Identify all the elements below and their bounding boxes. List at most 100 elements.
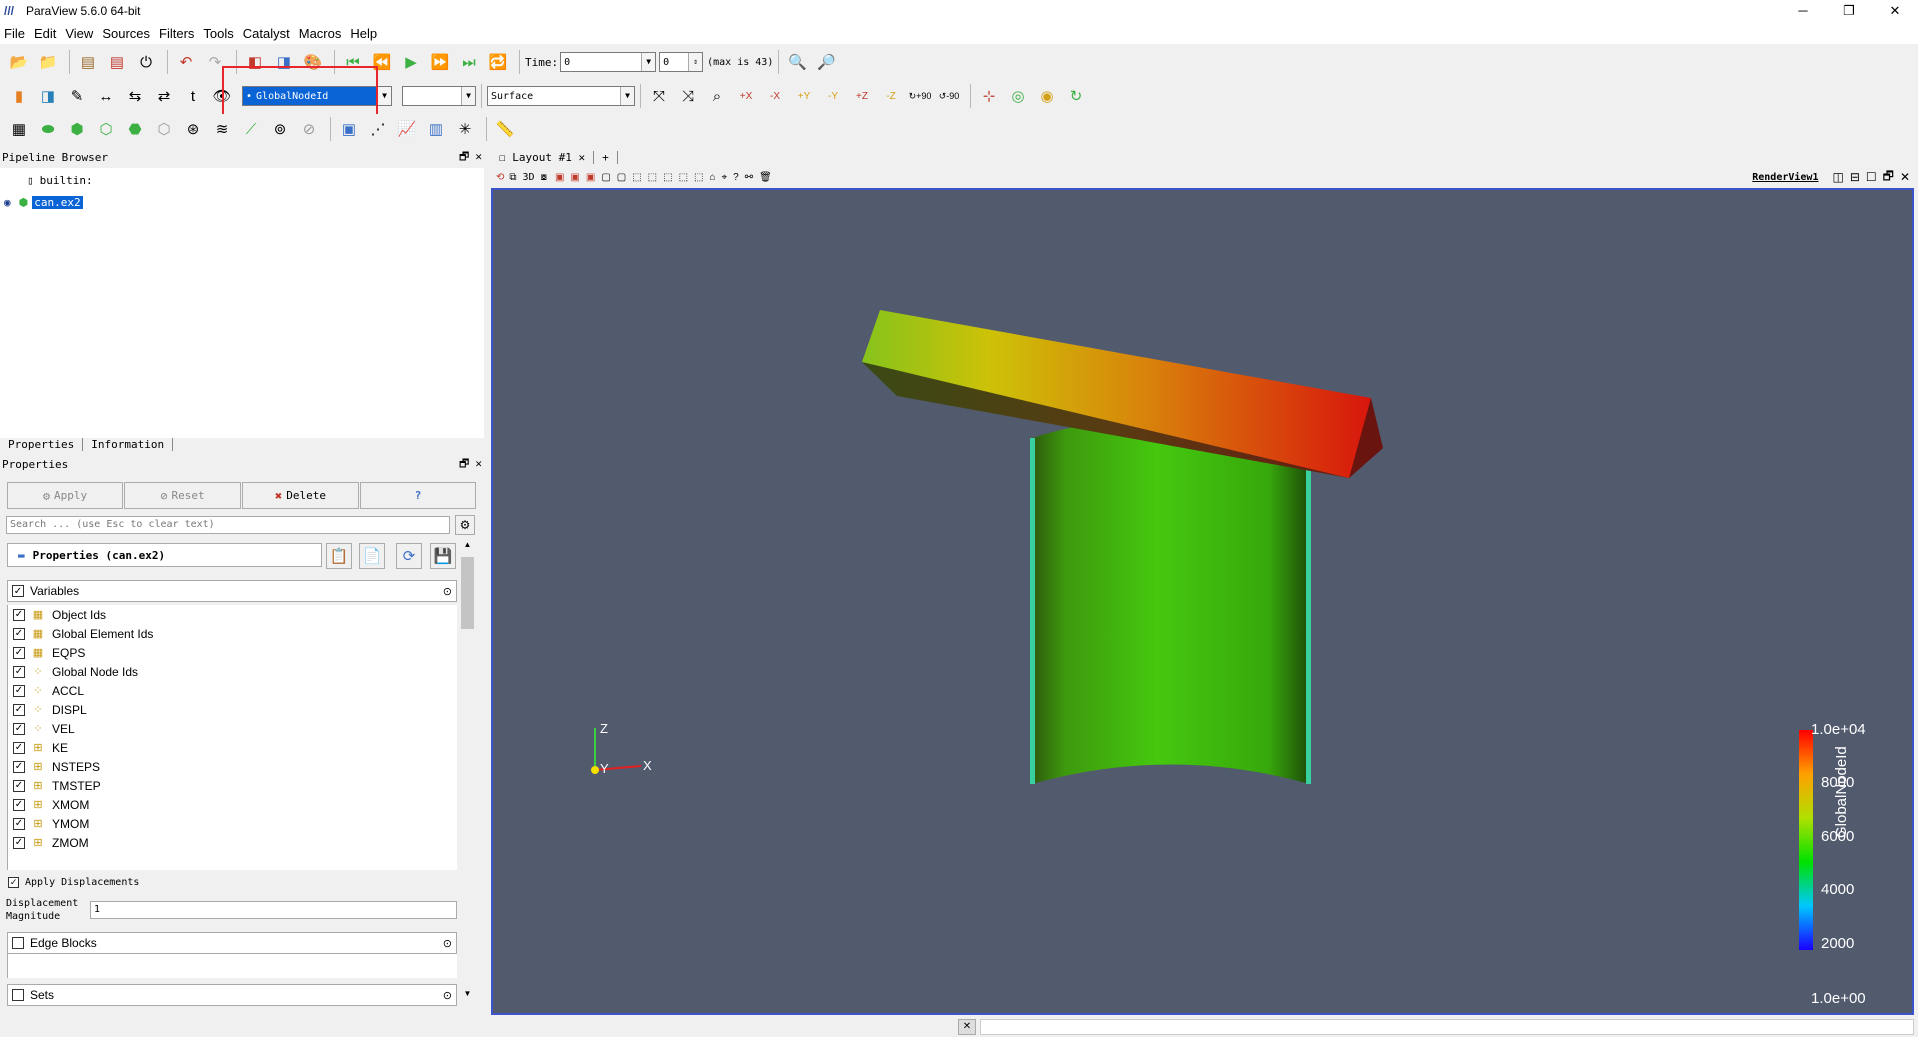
reset-session-icon[interactable]: ⟲	[496, 172, 504, 183]
glyph-icon[interactable]: ⊛	[180, 116, 206, 142]
help-button[interactable]: ?	[360, 482, 476, 509]
pick-center-icon[interactable]: ↻	[1063, 83, 1089, 109]
hover-cells-icon[interactable]: ⬚	[663, 172, 672, 183]
close-icon[interactable]: ✕	[475, 150, 482, 163]
restore-defaults-icon[interactable]: ⟳	[396, 543, 422, 569]
warp-vector-icon[interactable]: ⟋	[238, 116, 264, 142]
zoom-to-box-icon[interactable]: ⌕	[704, 83, 730, 109]
list-item[interactable]: ✓ ⊞ NSTEPS	[8, 757, 457, 776]
properties-search-input[interactable]: Search ... (use Esc to clear text)	[6, 516, 450, 534]
view-minus-y-icon[interactable]: -Y	[820, 83, 846, 109]
select-surface-cells-icon[interactable]: ▣	[555, 172, 564, 183]
extract-subset-icon[interactable]: ⬡	[151, 116, 177, 142]
toggle-icon[interactable]: ⊙	[443, 585, 452, 598]
list-item[interactable]: ✓ ▦ Global Element Ids	[8, 624, 457, 643]
select-frustum-icon[interactable]: ▣	[586, 172, 595, 183]
list-item[interactable]: ✓ ▦ Object Ids	[8, 605, 457, 624]
tab-properties[interactable]: Properties	[0, 437, 84, 451]
rescale-time-icon[interactable]: t	[180, 83, 206, 109]
color-bar[interactable]	[1799, 730, 1813, 950]
variables-checkbox[interactable]: ✓	[12, 585, 24, 597]
list-item[interactable]: ✓ ⁘ VEL	[8, 719, 457, 738]
last-frame-icon[interactable]: ⏭	[456, 49, 482, 75]
pick-icon[interactable]: ⌖	[722, 172, 728, 183]
clear-selection-icon[interactable]: ⌂	[709, 172, 715, 183]
loop-icon[interactable]: 🔁	[485, 49, 511, 75]
layout-tab[interactable]: ☐ Layout #1 ✕	[491, 150, 595, 164]
apply-displacements-checkbox[interactable]: ✓	[8, 877, 19, 888]
connect-icon[interactable]: ▤	[75, 49, 101, 75]
chevron-down-icon[interactable]: ▼	[641, 53, 656, 71]
view-plus-z-icon[interactable]: +Z	[849, 83, 875, 109]
close-view-icon[interactable]: ✕	[1900, 170, 1910, 184]
edge-blocks-checkbox[interactable]	[12, 937, 24, 949]
open-icon[interactable]: 📂	[6, 49, 32, 75]
rotate-ccw-icon[interactable]: ↺ -90	[936, 83, 962, 109]
chevron-down-icon[interactable]: ▼	[461, 87, 475, 105]
histogram-icon[interactable]: ▥	[423, 116, 449, 142]
chevron-down-icon[interactable]: ▼	[377, 87, 391, 105]
scroll-up-icon[interactable]: ▲	[459, 540, 476, 557]
collapse-icon[interactable]: ▬	[18, 549, 25, 562]
scroll-down-icon[interactable]: ▼	[459, 989, 476, 1006]
list-item[interactable]: ✓ ⊞ TMSTEP	[8, 776, 457, 795]
menu-view[interactable]: View	[65, 26, 93, 41]
checkbox[interactable]: ✓	[13, 665, 25, 678]
split-vertical-icon[interactable]: ⊟	[1850, 170, 1860, 184]
paste-icon[interactable]: 📄	[359, 543, 385, 569]
list-item[interactable]: ✓ ⊞ KE	[8, 738, 457, 757]
view-plus-x-icon[interactable]: +X	[733, 83, 759, 109]
tab-information[interactable]: Information	[83, 437, 174, 451]
checkbox[interactable]: ✓	[13, 703, 25, 716]
sets-group[interactable]: Sets ⊙	[7, 984, 457, 1006]
checkbox[interactable]: ✓	[13, 608, 25, 621]
add-selection-icon[interactable]: 🔎	[813, 49, 839, 75]
list-item[interactable]: ✓ ⁘ Global Node Ids	[8, 662, 457, 681]
close-icon[interactable]: ✕	[1872, 0, 1918, 22]
sets-checkbox[interactable]	[12, 989, 24, 1001]
extract-level-icon[interactable]: ⊘	[296, 116, 322, 142]
checkbox[interactable]: ✓	[13, 779, 25, 792]
select-polygon-icon[interactable]: ▢	[601, 172, 610, 183]
list-item[interactable]: ✓ ⊞ YMOM	[8, 814, 457, 833]
pipeline-item-can-ex2[interactable]: ◉ ⬢ can.ex2	[4, 196, 83, 209]
render-view-viewport[interactable]: Z Y X 1.0e+04 8000 6000 4000 2000 1.0e+0…	[491, 188, 1914, 1015]
list-item[interactable]: ✓ ⊞ XMOM	[8, 795, 457, 814]
menu-macros[interactable]: Macros	[299, 26, 342, 41]
menu-edit[interactable]: Edit	[34, 26, 56, 41]
color-legend-icon[interactable]: ◨	[35, 83, 61, 109]
plot-over-line-icon[interactable]: 📈	[394, 116, 420, 142]
apply-button[interactable]: ⚙ Apply	[7, 482, 123, 509]
component-select[interactable]: ▼	[402, 86, 476, 106]
group-datasets-icon[interactable]: ⊚	[267, 116, 293, 142]
chevron-down-icon[interactable]: ▼	[620, 87, 634, 105]
render-scene[interactable]: Z Y X	[493, 190, 1912, 1013]
undo-icon[interactable]: ↶	[173, 49, 199, 75]
select-surface-points-icon[interactable]: ▣	[570, 172, 579, 183]
float-icon[interactable]: 🗗	[1883, 167, 1894, 188]
slice-icon[interactable]: ⬡	[93, 116, 119, 142]
checkbox[interactable]: ✓	[13, 760, 25, 773]
interactive-select-icon[interactable]: ⬚	[632, 172, 641, 183]
play-icon[interactable]: ▶	[398, 49, 424, 75]
split-horizontal-icon[interactable]: ◫	[1832, 170, 1843, 184]
rescale-custom-icon[interactable]: ⇆	[122, 83, 148, 109]
view-plus-y-icon[interactable]: +Y	[791, 83, 817, 109]
axes-grid-icon[interactable]: ⊹	[976, 83, 1002, 109]
reset-button[interactable]: ⊘ Reset	[124, 482, 241, 509]
close-icon[interactable]: ✕	[475, 457, 482, 470]
pipeline-item-builtin[interactable]: ▯ builtin:	[27, 174, 93, 187]
checkbox[interactable]: ✓	[13, 798, 25, 811]
variables-group[interactable]: ✓ Variables ⊙	[7, 580, 457, 602]
float-icon[interactable]: 🗗	[459, 457, 469, 470]
checkbox[interactable]: ✓	[13, 646, 25, 659]
auto-apply-icon[interactable]: ⏻	[133, 49, 159, 75]
interactive-icon[interactable]: ✳	[452, 116, 478, 142]
reset-camera-icon[interactable]: ⤧	[646, 83, 672, 109]
menu-filters[interactable]: Filters	[159, 26, 194, 41]
link-icon[interactable]: ⚯	[745, 172, 753, 183]
menu-help[interactable]: Help	[350, 26, 377, 41]
menu-file[interactable]: File	[4, 26, 25, 41]
list-item[interactable]: ✓ ▦ EQPS	[8, 643, 457, 662]
hover-points-icon[interactable]: ⬚	[648, 172, 657, 183]
